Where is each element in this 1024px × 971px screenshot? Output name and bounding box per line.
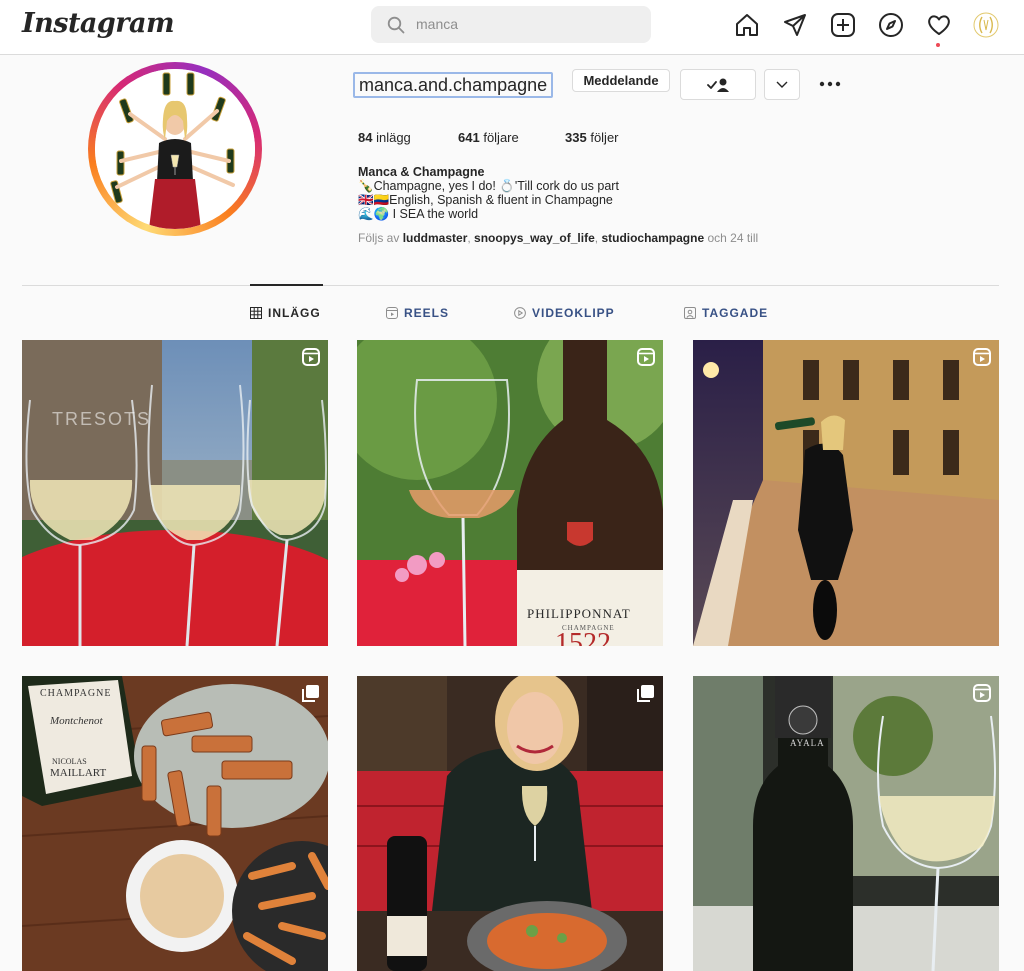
activity-heart-icon[interactable] (926, 12, 952, 38)
post-thumbnail[interactable]: AYALA (693, 676, 999, 971)
new-post-icon[interactable] (830, 12, 856, 38)
tab-reels[interactable]: REELS (386, 306, 449, 320)
explore-icon[interactable] (878, 12, 904, 38)
following-check-person-icon (707, 78, 729, 92)
posts-count: 84 (358, 130, 373, 145)
tab-posts[interactable]: INLÄGG (250, 306, 321, 320)
glass-etched-text: TRESOTS (52, 409, 151, 429)
tab-label: VIDEOKLIPP (532, 306, 615, 320)
tabs-divider (22, 285, 999, 286)
message-button[interactable]: Meddelande (572, 69, 670, 92)
tab-tagged[interactable]: TAGGADE (684, 306, 768, 320)
tab-label: INLÄGG (268, 306, 321, 320)
more-options-icon[interactable] (816, 76, 844, 94)
tagged-icon (684, 307, 696, 319)
home-icon[interactable] (734, 12, 760, 38)
reels-badge-icon (302, 348, 320, 366)
top-navigation-bar: Instagram (0, 0, 1024, 55)
bio-line: 🍾Champagne, yes I do! 💍'Till cork do us … (358, 179, 619, 193)
tab-label: TAGGADE (702, 306, 769, 320)
bottle-label-text: AYALA (790, 738, 825, 748)
post-thumbnail[interactable]: TRESOTS (22, 340, 328, 646)
reels-icon (386, 307, 398, 319)
followers-stat[interactable]: 641 följare (458, 130, 519, 145)
bottle-label-text: Montchenot (49, 715, 103, 727)
search-input[interactable] (416, 14, 636, 34)
instagram-logo[interactable]: Instagram (22, 8, 175, 39)
follower-link[interactable]: snoopys_way_of_life (474, 231, 595, 245)
bottle-label-text: 1522 (555, 628, 611, 646)
suggested-dropdown-button[interactable] (764, 69, 800, 100)
bottle-label-text: CHAMPAGNE (40, 688, 111, 699)
profile-avatar-icon[interactable] (973, 12, 999, 38)
bio-line: 🌊🌍 I SEA the world (358, 207, 479, 221)
follower-link[interactable]: studiochampagne (601, 231, 704, 245)
tab-label: REELS (404, 306, 450, 320)
bottle-label-text: NICOLAS (52, 757, 87, 766)
reels-badge-icon (973, 684, 991, 702)
grid-icon (250, 307, 262, 319)
tab-videos[interactable]: VIDEOKLIPP (514, 306, 615, 320)
following-button[interactable] (680, 69, 756, 100)
posts-stat: 84 inlägg (358, 130, 411, 145)
post-thumbnail[interactable]: PHILIPPONNAT CHAMPAGNE 1522 (357, 340, 663, 646)
profile-avatar[interactable] (95, 69, 255, 229)
followers-label: följare (483, 130, 519, 145)
followers-count: 641 (458, 130, 480, 145)
following-stat[interactable]: 335 följer (565, 130, 619, 145)
followed-by-text[interactable]: Följs av luddmaster, snoopys_way_of_life… (358, 231, 758, 245)
notification-dot (936, 43, 940, 47)
video-icon (514, 307, 526, 319)
post-thumbnail[interactable] (357, 676, 663, 971)
chevron-down-icon (776, 81, 788, 88)
post-thumbnail[interactable]: CHAMPAGNE Montchenot NICOLAS MAILLART (22, 676, 328, 971)
carousel-badge-icon (637, 685, 654, 702)
bottle-label-text: MAILLART (50, 767, 106, 779)
profile-full-name: Manca & Champagne (358, 165, 485, 179)
following-count: 335 (565, 130, 587, 145)
followed-by-suffix: och 24 till (707, 231, 759, 245)
active-tab-indicator (250, 284, 323, 286)
followed-by-prefix: Följs av (358, 231, 400, 245)
reels-badge-icon (637, 348, 655, 366)
carousel-badge-icon (302, 685, 319, 702)
profile-bio: Manca & Champagne 🍾Champagne, yes I do! … (358, 165, 828, 221)
posts-label: inlägg (376, 130, 411, 145)
bio-line: 🇬🇧🇨🇴English, Spanish & fluent in Champag… (358, 193, 613, 207)
post-thumbnail[interactable] (693, 340, 999, 646)
search-box[interactable] (371, 6, 651, 43)
direct-icon[interactable] (782, 12, 808, 38)
search-icon (387, 16, 405, 34)
reels-badge-icon (973, 348, 991, 366)
bottle-label-text: PHILIPPONNAT (527, 606, 631, 621)
following-label: följer (590, 130, 619, 145)
follower-link[interactable]: luddmaster (403, 231, 468, 245)
profile-username[interactable]: manca.and.champagne (353, 72, 554, 98)
